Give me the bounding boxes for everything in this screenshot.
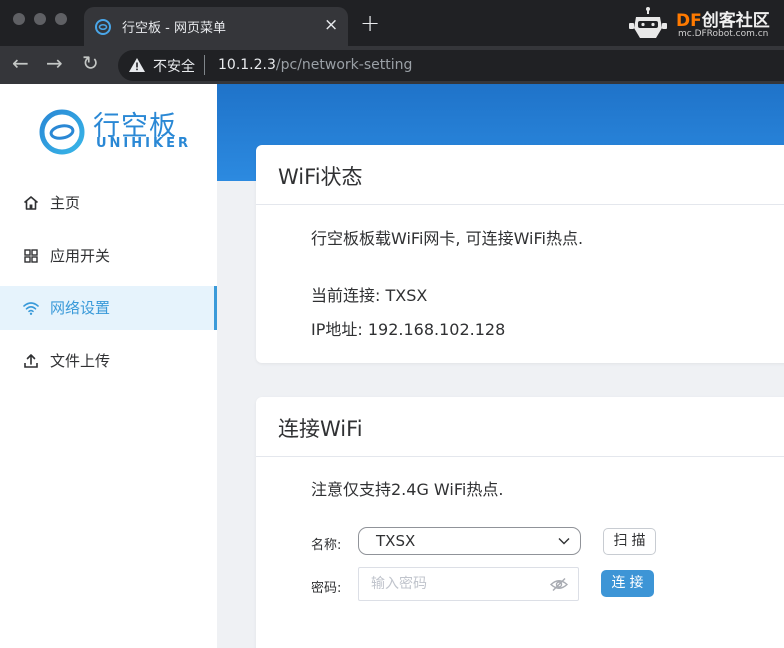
password-label: 密码:: [311, 581, 342, 596]
url-text[interactable]: 10.1.2.3/pc/network-setting: [218, 57, 412, 73]
wifi-status-card: WiFi状态 行空板板载WiFi网卡, 可连接WiFi热点. 当前连接: TXS…: [256, 145, 784, 363]
back-arrow-icon[interactable]: ←: [12, 51, 29, 75]
ssid-value: TXSX: [376, 532, 416, 550]
url-host: 10.1.2.3: [218, 57, 276, 73]
new-tab-button[interactable]: +: [360, 9, 380, 37]
sidebar-item-label: 主页: [50, 194, 81, 212]
window-maximize-dot[interactable]: [55, 13, 67, 25]
tab-close-icon[interactable]: ×: [324, 15, 338, 35]
card-header: WiFi状态: [256, 145, 784, 205]
sidebar-item-label: 文件上传: [50, 352, 111, 370]
window-close-dot[interactable]: [13, 13, 25, 25]
grid-icon: [24, 249, 38, 263]
wifi-description: 行空板板载WiFi网卡, 可连接WiFi热点.: [311, 229, 584, 248]
scan-button[interactable]: 扫描: [603, 528, 656, 555]
reload-icon[interactable]: ↻: [82, 51, 99, 75]
window-minimize-dot[interactable]: [34, 13, 46, 25]
tab-title: 行空板 - 网页菜单: [122, 21, 226, 36]
chevron-down-icon: [558, 538, 570, 545]
eye-off-icon[interactable]: [550, 577, 568, 592]
browser-tab[interactable]: 行空板 - 网页菜单 ×: [84, 7, 348, 46]
watermark-title: DF创客社区: [676, 6, 770, 31]
home-icon: [23, 196, 39, 210]
upload-icon: [24, 354, 38, 368]
wifi-note: 注意仅支持2.4G WiFi热点.: [311, 480, 504, 499]
connect-button[interactable]: 连接: [601, 570, 654, 597]
url-path: /pc/network-setting: [275, 57, 413, 73]
warning-triangle-icon[interactable]: [128, 57, 146, 73]
dfrobot-watermark: DF创客社区 mc.DFRobot.com.cn: [628, 6, 778, 42]
password-field: [358, 567, 579, 601]
wifi-status-title: WiFi状态: [278, 165, 363, 189]
watermark-title-rest: 创客社区: [701, 11, 770, 31]
sidebar-item-label: 应用开关: [50, 247, 111, 265]
sidebar: 行空板 UNIHIKER 主页 应用开关 网络设置 文件上传: [0, 84, 217, 648]
watermark-title-accent: DF: [676, 11, 702, 31]
logo-text-en: UNIHIKER: [96, 136, 191, 151]
connect-wifi-title: 连接WiFi: [278, 417, 363, 441]
ssid-label: 名称:: [311, 538, 342, 553]
browser-toolbar: ← → ↻ 不安全 10.1.2.3/pc/network-setting: [0, 46, 784, 84]
current-connection: 当前连接: TXSX: [311, 286, 428, 305]
address-bar[interactable]: 不安全 10.1.2.3/pc/network-setting: [118, 50, 784, 81]
browser-tab-bar: 行空板 - 网页菜单 × + DF创客社区 mc.DFRobot.com.cn: [0, 0, 784, 46]
wifi-icon: [23, 302, 39, 315]
watermark-url: mc.DFRobot.com.cn: [678, 29, 769, 39]
sidebar-item-label: 网络设置: [50, 299, 111, 317]
sidebar-item-apps[interactable]: 应用开关: [0, 234, 217, 278]
unihiker-logo-icon: [39, 109, 85, 155]
connect-wifi-card: 连接WiFi 注意仅支持2.4G WiFi热点. 名称: TXSX 扫描 密码:…: [256, 397, 784, 648]
url-separator: [204, 55, 205, 75]
sidebar-item-upload[interactable]: 文件上传: [0, 339, 217, 383]
security-label[interactable]: 不安全: [153, 56, 195, 76]
ssid-select[interactable]: TXSX: [358, 527, 581, 555]
password-input[interactable]: [359, 568, 539, 600]
forward-arrow-icon[interactable]: →: [46, 51, 63, 75]
sidebar-item-home[interactable]: 主页: [0, 181, 217, 225]
sidebar-item-network[interactable]: 网络设置: [0, 286, 217, 330]
card-header: 连接WiFi: [256, 397, 784, 457]
unihiker-favicon-icon: [95, 19, 111, 35]
ip-address: IP地址: 192.168.102.128: [311, 320, 506, 339]
robot-logo-icon: [629, 7, 667, 38]
